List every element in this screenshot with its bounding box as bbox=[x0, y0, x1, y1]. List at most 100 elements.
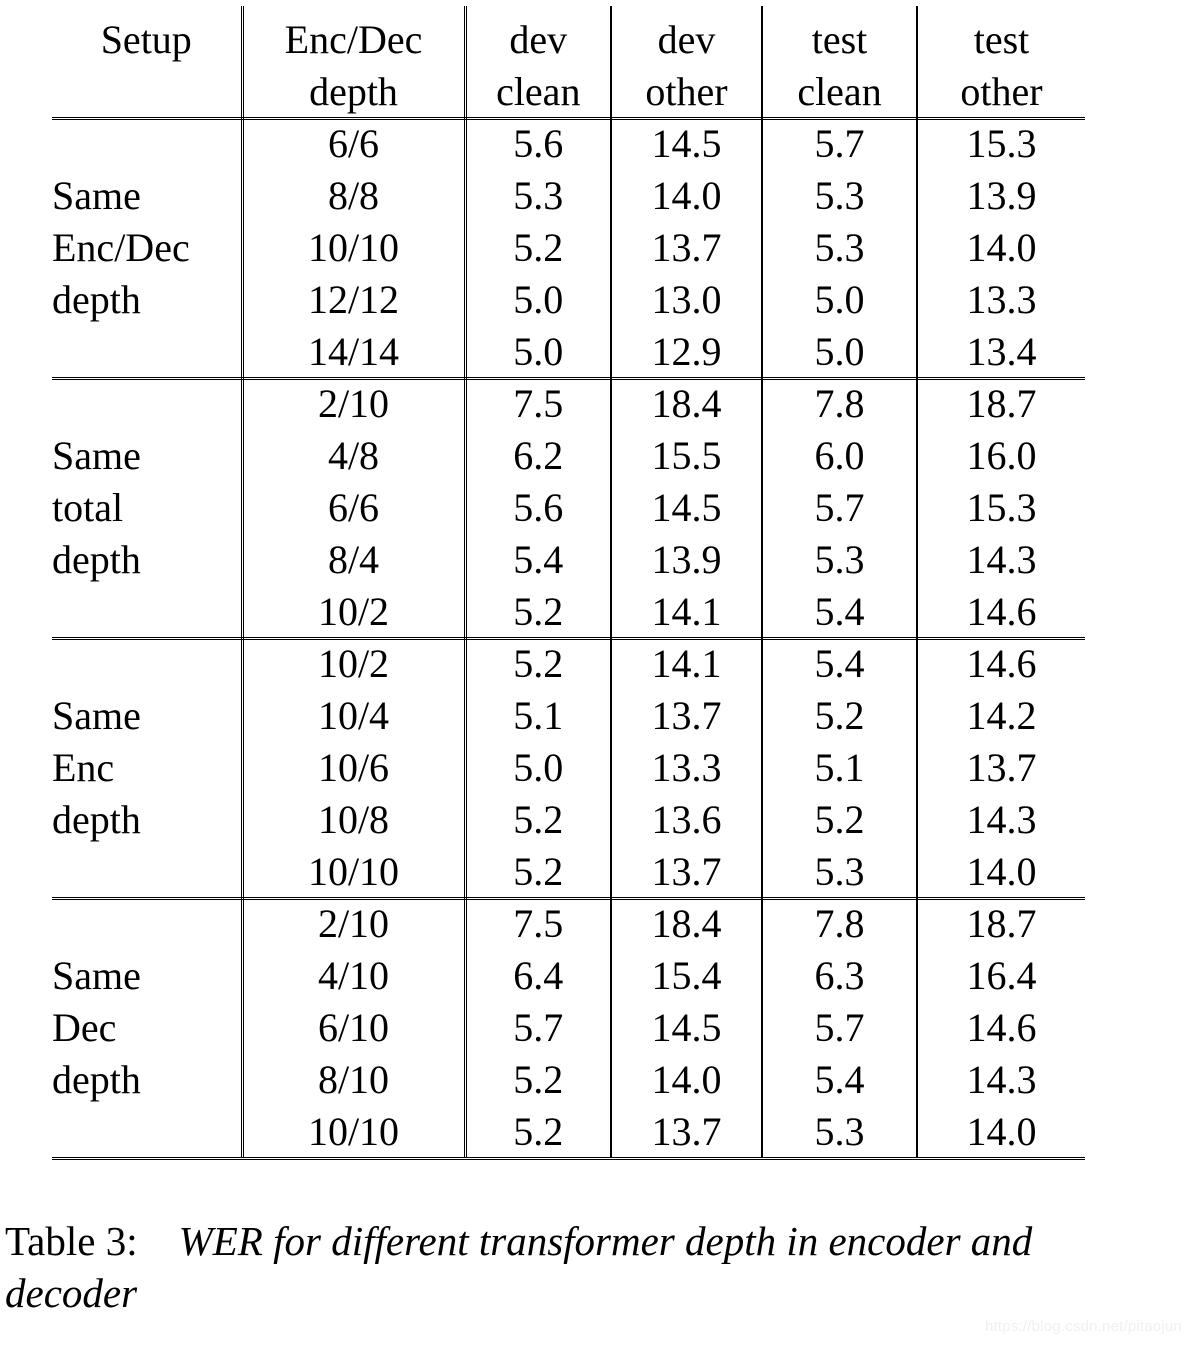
cell-enc-dec-depth: 8/8 bbox=[242, 170, 467, 222]
cell-test-clean: 5.4 bbox=[762, 1054, 918, 1106]
watermark: https://blog.csdn.net/pitaojun bbox=[985, 1318, 1182, 1335]
table-3-container: Setup Enc/Dec depth dev clean dev other test cle… bbox=[52, 6, 1085, 1160]
cell-enc-dec-depth: 10/2 bbox=[242, 586, 467, 638]
setup-label-line: Same bbox=[52, 433, 141, 478]
table-caption: Table 3: WER for different transformer d… bbox=[5, 1215, 1155, 1319]
cell-test-clean: 6.0 bbox=[762, 430, 918, 482]
rule-header-bottom bbox=[52, 117, 1085, 120]
cell-test-clean: 6.3 bbox=[762, 950, 918, 1002]
table-row: Same total depth 2/10 7.5 18.4 7.8 18.7 bbox=[52, 378, 1085, 638]
column-header-test_clean: test clean bbox=[762, 6, 918, 118]
setup-label-line: Dec bbox=[52, 1005, 117, 1050]
cell-test-clean: 5.1 bbox=[762, 742, 918, 794]
cell-dev-clean: 5.2 bbox=[465, 1106, 612, 1158]
cell-dev-clean: 5.2 bbox=[465, 1054, 612, 1106]
cell-dev-other: 14.5 bbox=[611, 482, 763, 534]
cell-test-other: 13.9 bbox=[966, 173, 1037, 218]
cell-dev-other: 13.7 bbox=[611, 222, 763, 274]
cell-test-clean: 5.3 bbox=[762, 170, 918, 222]
cell-enc-dec-depth: 6/10 bbox=[242, 1002, 467, 1054]
table-header: Setup Enc/Dec depth dev clean dev other test cle… bbox=[52, 6, 1085, 118]
cell-dev-clean: 6.2 bbox=[465, 430, 612, 482]
cell-enc-dec-depth: 8/10 bbox=[242, 1054, 467, 1106]
cell-test-clean: 5.7 bbox=[762, 118, 918, 170]
cell-dev-clean: 5.6 bbox=[465, 118, 612, 170]
cell-dev-other: 13.7 bbox=[611, 690, 763, 742]
cell-test-clean: 7.8 bbox=[762, 898, 918, 950]
cell-test-other: 13.3 bbox=[966, 277, 1037, 322]
cell-enc-dec-depth: 2/10 bbox=[242, 898, 467, 950]
cell-test-other: 13.7 bbox=[966, 745, 1037, 790]
cell-test-other: 14.0 bbox=[966, 1109, 1037, 1154]
cell-dev-clean: 5.0 bbox=[465, 742, 612, 794]
rule-block-separator bbox=[52, 637, 1085, 640]
setup-label-line: Same bbox=[52, 173, 141, 218]
cell-dev-clean: 5.2 bbox=[465, 586, 612, 638]
cell-enc-dec-depth: 10/4 bbox=[242, 690, 467, 742]
cell-dev-other: 15.4 bbox=[611, 950, 763, 1002]
cell-dev-clean: 5.2 bbox=[465, 222, 612, 274]
column-header-line2: clean bbox=[496, 69, 581, 114]
cell-enc-dec-depth: 14/14 bbox=[242, 326, 467, 378]
cell-enc-dec-depth: 10/10 bbox=[242, 1106, 467, 1158]
cell-test-clean: 5.7 bbox=[762, 1002, 918, 1054]
column-header-line2: other bbox=[645, 69, 728, 114]
cell-dev-clean: 5.7 bbox=[465, 1002, 612, 1054]
column-header-line2: clean bbox=[797, 69, 882, 114]
cell-dev-clean: 5.2 bbox=[465, 638, 612, 690]
setup-label-line: depth bbox=[52, 1057, 141, 1102]
cell-test-clean: 5.3 bbox=[762, 222, 918, 274]
caption-label: Table 3: bbox=[5, 1218, 138, 1264]
cell-dev-clean: 5.3 bbox=[465, 170, 612, 222]
column-header-line2: other bbox=[960, 69, 1043, 114]
cell-dev-other: 12.9 bbox=[611, 326, 763, 378]
column-header-dev_other: dev other bbox=[611, 6, 763, 118]
cell-enc-dec-depth: 10/6 bbox=[242, 742, 467, 794]
column-header-line1: test bbox=[811, 17, 868, 62]
cell-enc-dec-depth: 10/10 bbox=[242, 222, 467, 274]
table-row: Same Dec depth 2/10 7.5 18.4 7.8 18.7 bbox=[52, 898, 1085, 1158]
cell-enc-dec-depth: 4/8 bbox=[242, 430, 467, 482]
cell-test-other: 18.7 bbox=[966, 901, 1037, 946]
cell-dev-other: 14.0 bbox=[611, 170, 763, 222]
setup-label-line: depth bbox=[52, 277, 141, 322]
setup-label-line: Enc/Dec bbox=[52, 225, 190, 270]
cell-dev-clean: 5.4 bbox=[465, 534, 612, 586]
cell-test-other: 18.7 bbox=[966, 381, 1037, 426]
cell-dev-other: 14.5 bbox=[611, 1002, 763, 1054]
column-header-setup: Setup bbox=[52, 6, 244, 118]
rule-block-separator bbox=[52, 897, 1085, 900]
table-row: Same Enc depth 10/2 5.2 14.1 5.4 14.6 bbox=[52, 638, 1085, 898]
cell-test-other: 15.3 bbox=[966, 485, 1037, 530]
cell-enc-dec-depth: 10/8 bbox=[242, 794, 467, 846]
cell-dev-other: 13.9 bbox=[611, 534, 763, 586]
cell-test-other: 14.6 bbox=[966, 589, 1037, 634]
cell-test-other: 14.2 bbox=[966, 693, 1037, 738]
cell-test-clean: 5.3 bbox=[762, 846, 918, 898]
column-header-line2: depth bbox=[309, 69, 398, 114]
setup-group-label: Same total depth bbox=[52, 378, 244, 638]
cell-dev-clean: 5.2 bbox=[465, 846, 612, 898]
cell-test-clean: 5.4 bbox=[762, 638, 918, 690]
cell-test-clean: 5.2 bbox=[762, 794, 918, 846]
cell-dev-clean: 7.5 bbox=[465, 378, 612, 430]
rule-block-separator bbox=[52, 377, 1085, 380]
column-header-depth: Enc/Dec depth bbox=[242, 6, 467, 118]
cell-dev-other: 14.0 bbox=[611, 1054, 763, 1106]
setup-label-line: Same bbox=[52, 953, 141, 998]
column-header-line1: dev bbox=[509, 17, 568, 62]
cell-test-other: 14.3 bbox=[966, 537, 1037, 582]
cell-test-other: 14.6 bbox=[966, 1005, 1037, 1050]
cell-dev-clean: 5.6 bbox=[465, 482, 612, 534]
cell-test-clean: 5.3 bbox=[762, 1106, 918, 1158]
rule-table-bottom bbox=[52, 1157, 1085, 1160]
setup-label-line: total bbox=[52, 485, 124, 530]
cell-dev-clean: 5.0 bbox=[465, 326, 612, 378]
cell-enc-dec-depth: 8/4 bbox=[242, 534, 467, 586]
cell-test-clean: 5.3 bbox=[762, 534, 918, 586]
setup-label-line: depth bbox=[52, 537, 141, 582]
column-header-line1: dev bbox=[657, 17, 716, 62]
cell-dev-other: 13.3 bbox=[611, 742, 763, 794]
cell-dev-other: 15.5 bbox=[611, 430, 763, 482]
cell-dev-other: 13.7 bbox=[611, 846, 763, 898]
